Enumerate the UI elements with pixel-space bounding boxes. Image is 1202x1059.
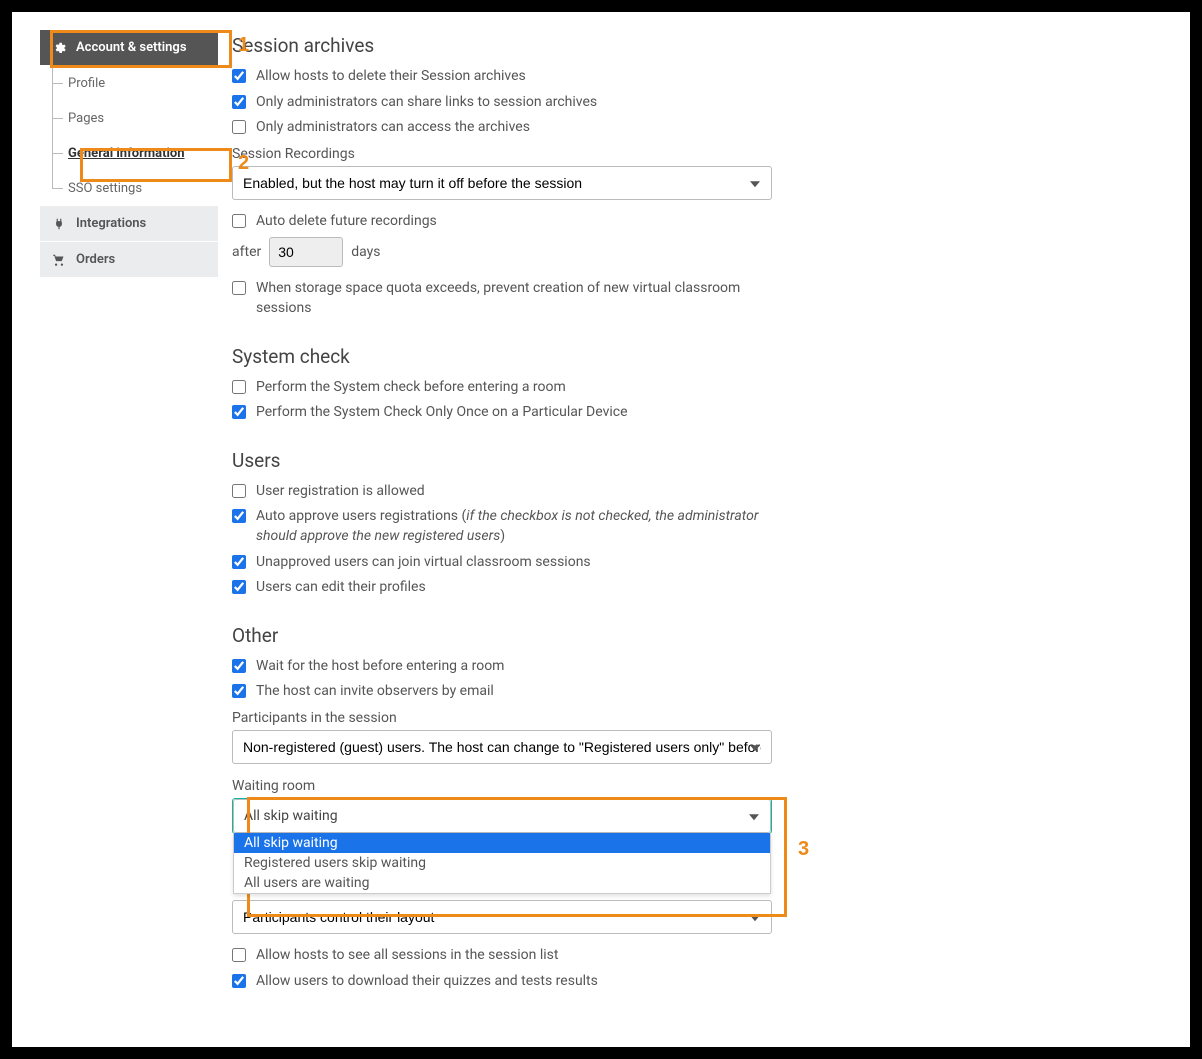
checkbox-admins-access-archives[interactable] xyxy=(232,120,246,134)
checkbox-label: User registration is allowed xyxy=(256,482,772,502)
select-session-recordings[interactable]: Enabled, but the host may turn it off be… xyxy=(232,166,772,200)
section-users: Users User registration is allowed Auto … xyxy=(232,449,772,598)
sidebar-orders[interactable]: Orders xyxy=(40,242,218,278)
checkbox-label: When storage space quota exceeds, preven… xyxy=(256,279,772,318)
input-days[interactable] xyxy=(269,237,343,267)
checkbox-label: Only administrators can share links to s… xyxy=(256,93,772,113)
checkbox-wait-for-host[interactable] xyxy=(232,659,246,673)
waiting-room-label: Waiting room xyxy=(232,778,772,794)
sidebar-item-sso-settings[interactable]: SSO settings xyxy=(52,171,218,206)
checkbox-user-registration[interactable] xyxy=(232,484,246,498)
checkbox-label: Perform the System Check Only Once on a … xyxy=(256,403,772,423)
section-title: Users xyxy=(232,449,772,472)
sidebar-integrations-label: Integrations xyxy=(76,216,146,231)
checkbox-label: Auto approve users registrations (if the… xyxy=(256,507,772,546)
checkbox-label: Wait for the host before entering a room xyxy=(256,657,772,677)
checkbox-label: Unapproved users can join virtual classr… xyxy=(256,553,772,573)
checkbox-edit-profiles[interactable] xyxy=(232,580,246,594)
checkbox-unapproved-join[interactable] xyxy=(232,555,246,569)
checkbox-hosts-see-sessions[interactable] xyxy=(232,948,246,962)
checkbox-system-check-before[interactable] xyxy=(232,380,246,394)
waiting-option-all-waiting[interactable]: All users are waiting xyxy=(234,873,770,893)
sidebar-item-label: Profile xyxy=(68,76,105,91)
checkbox-download-quizzes[interactable] xyxy=(232,974,246,988)
sidebar-item-label: SSO settings xyxy=(68,181,142,196)
annotation-number-1: 1 xyxy=(238,34,249,57)
section-other: Other Wait for the host before entering … xyxy=(232,624,772,991)
gear-icon xyxy=(52,41,66,55)
cart-icon xyxy=(52,253,66,267)
checkbox-label: Only administrators can access the archi… xyxy=(256,118,772,138)
sidebar-item-label: Pages xyxy=(68,111,104,126)
checkbox-label: Allow hosts to delete their Session arch… xyxy=(256,67,772,87)
sidebar-account-settings[interactable]: Account & settings xyxy=(40,30,218,66)
checkbox-admins-share-links[interactable] xyxy=(232,95,246,109)
checkbox-label: Perform the System check before entering… xyxy=(256,378,772,398)
annotation-number-2: 2 xyxy=(238,152,249,175)
waiting-room-dropdown: All skip waiting Registered users skip w… xyxy=(233,833,771,894)
select-layout[interactable]: Participants control their layout xyxy=(232,900,772,934)
waiting-option-all-skip[interactable]: All skip waiting xyxy=(234,833,770,853)
sidebar-item-pages[interactable]: Pages xyxy=(52,101,218,136)
participants-label: Participants in the session xyxy=(232,710,772,726)
section-title: Session archives xyxy=(232,34,772,57)
sidebar-item-general-information[interactable]: General information xyxy=(52,136,218,171)
checkbox-delete-archives[interactable] xyxy=(232,69,246,83)
plug-icon xyxy=(52,217,66,231)
sidebar-account-label: Account & settings xyxy=(76,40,187,55)
annotation-number-3: 3 xyxy=(798,838,809,861)
checkbox-label: Users can edit their profiles xyxy=(256,578,772,598)
select-waiting-room-value: All skip waiting xyxy=(233,799,771,833)
recordings-label: Session Recordings xyxy=(232,146,772,162)
section-title: System check xyxy=(232,345,772,368)
section-session-archives: Session archives Allow hosts to delete t… xyxy=(232,34,772,319)
checkbox-storage-quota[interactable] xyxy=(232,281,246,295)
checkbox-label: Allow hosts to see all sessions in the s… xyxy=(256,946,772,966)
select-waiting-room[interactable]: All skip waiting All skip waiting Regist… xyxy=(232,798,772,834)
after-label: after xyxy=(232,244,261,260)
checkbox-label: Allow users to download their quizzes an… xyxy=(256,972,772,992)
checkbox-invite-observers[interactable] xyxy=(232,684,246,698)
checkbox-label: The host can invite observers by email xyxy=(256,682,772,702)
checkbox-auto-approve[interactable] xyxy=(232,509,246,523)
section-title: Other xyxy=(232,624,772,647)
sidebar-item-label: General information xyxy=(68,146,185,161)
checkbox-auto-delete-recordings[interactable] xyxy=(232,214,246,228)
waiting-option-registered-skip[interactable]: Registered users skip waiting xyxy=(234,853,770,873)
section-system-check: System check Perform the System check be… xyxy=(232,345,772,423)
days-label: days xyxy=(351,244,380,260)
select-participants[interactable]: Non-registered (guest) users. The host c… xyxy=(232,730,772,764)
sidebar-integrations[interactable]: Integrations xyxy=(40,206,218,242)
sidebar-orders-label: Orders xyxy=(76,252,115,267)
checkbox-system-check-once[interactable] xyxy=(232,405,246,419)
checkbox-label: Auto delete future recordings xyxy=(256,212,772,232)
sidebar-item-profile[interactable]: Profile xyxy=(52,66,218,101)
